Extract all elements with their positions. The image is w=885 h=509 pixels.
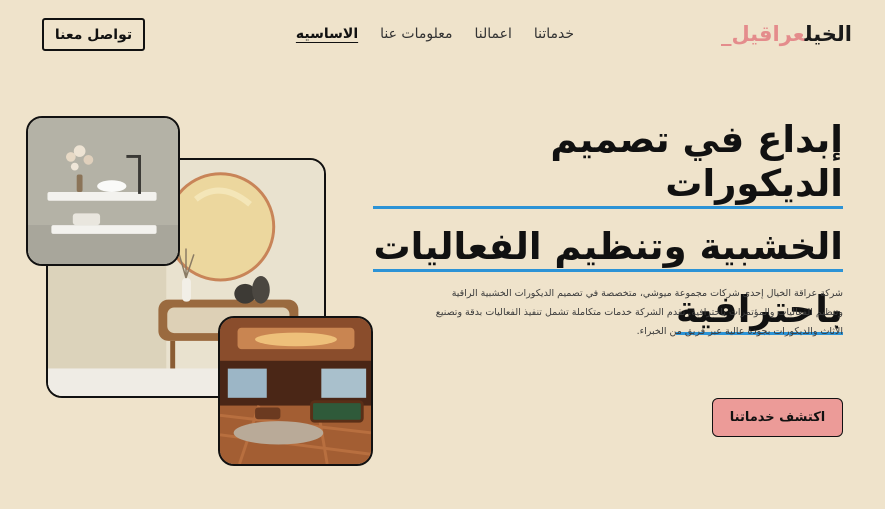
nav-item-services[interactable]: خدماتنا bbox=[534, 26, 574, 42]
hero-title-line-1: إبداع في تصميم الديكورات bbox=[373, 118, 843, 209]
logo-part-2: الخيل bbox=[804, 22, 853, 46]
bathroom-shelf-image bbox=[26, 116, 180, 266]
hero-title-line-2: الخشبية وتنظيم الفعاليات bbox=[373, 225, 843, 272]
discover-services-button[interactable]: اكتشف خدماتنا bbox=[712, 398, 843, 437]
logo-part-1: عراقيل_ bbox=[720, 22, 805, 46]
living-room-image bbox=[218, 316, 373, 466]
brand-logo[interactable]: الخيلعراقيل_ bbox=[720, 22, 853, 46]
main-nav: الاساسيه معلومات عنا اعمالنا خدماتنا bbox=[296, 26, 574, 42]
nav-item-home[interactable]: الاساسيه bbox=[296, 26, 358, 42]
nav-item-about[interactable]: معلومات عنا bbox=[380, 26, 452, 42]
contact-us-button[interactable]: تواصل معنا bbox=[42, 18, 145, 51]
nav-item-works[interactable]: اعمالنا bbox=[474, 26, 511, 42]
hero-description: شركة عراقة الخيال إحدى شركات مجموعة ميوش… bbox=[435, 288, 843, 337]
